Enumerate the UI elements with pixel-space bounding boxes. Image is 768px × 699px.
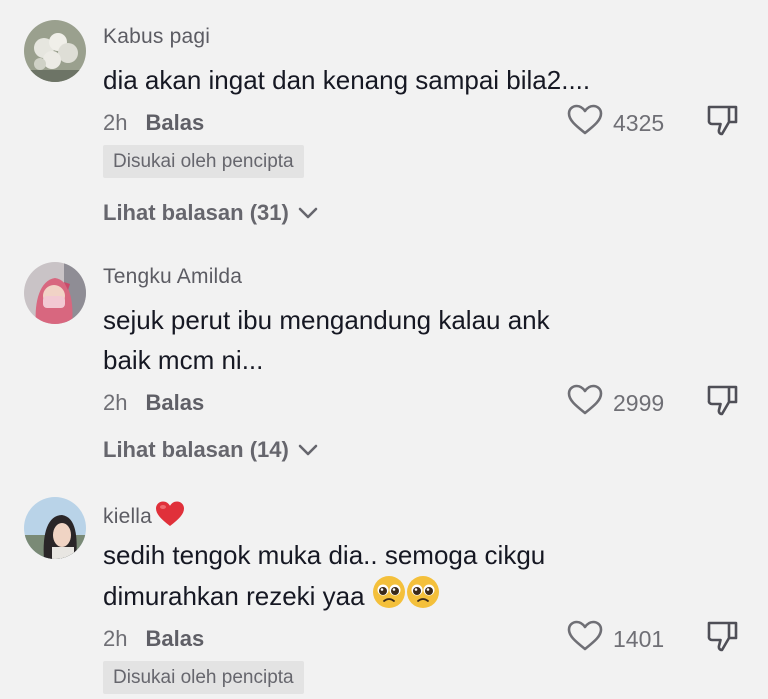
- pleading-face-emoji: [406, 575, 440, 620]
- avatar[interactable]: [24, 20, 86, 82]
- comment-text-line: sejuk perut ibu mengandung kalau ank: [103, 305, 550, 335]
- comment-username[interactable]: Tengku Amilda: [103, 265, 242, 289]
- avatar[interactable]: [24, 262, 86, 324]
- view-replies-button[interactable]: Lihat balasan (14): [103, 437, 319, 463]
- chevron-down-icon: [297, 200, 319, 226]
- reply-button[interactable]: Balas: [145, 626, 204, 651]
- comment-meta: 2h Balas: [103, 390, 204, 416]
- like-button[interactable]: 2999: [567, 384, 664, 422]
- comment-text: dia akan ingat dan kenang sampai bila2..…: [103, 65, 591, 95]
- comment-meta: 2h Balas: [103, 110, 204, 136]
- comment-text-segment: dimurahkan rezeki yaa: [103, 581, 365, 611]
- thumbs-down-icon[interactable]: [705, 619, 739, 653]
- avatar[interactable]: [24, 497, 86, 559]
- comment-username[interactable]: Kabus pagi: [103, 25, 210, 49]
- comment-username: kiella: [103, 500, 185, 534]
- red-heart-emoji: [155, 500, 185, 534]
- comment-time: 2h: [103, 626, 128, 651]
- like-count: 2999: [613, 389, 665, 416]
- like-count: 1401: [613, 625, 665, 652]
- reply-button[interactable]: Balas: [145, 390, 204, 415]
- thumbs-down-icon[interactable]: [705, 103, 739, 137]
- view-replies-label: Lihat balasan (14): [103, 437, 289, 462]
- view-replies-button[interactable]: Lihat balasan (31): [103, 200, 319, 226]
- heart-outline-icon: [567, 620, 603, 658]
- heart-outline-icon: [567, 104, 603, 142]
- like-button[interactable]: 4325: [567, 104, 664, 142]
- reply-button[interactable]: Balas: [145, 110, 204, 135]
- chevron-down-icon: [297, 437, 319, 463]
- comment-time: 2h: [103, 390, 128, 415]
- comment-text-line: dimurahkan rezeki yaa: [103, 575, 663, 620]
- comment-meta: 2h Balas: [103, 626, 204, 652]
- pleading-face-emoji: [372, 575, 406, 620]
- view-replies-label: Lihat balasan (31): [103, 200, 289, 225]
- thumbs-down-icon[interactable]: [705, 383, 739, 417]
- comment-text-line: baik mcm ni...: [103, 345, 264, 375]
- comment-text: sejuk perut ibu mengandung kalau ank bai…: [103, 300, 663, 380]
- creator-liked-badge: Disukai oleh pencipta: [103, 661, 304, 694]
- comment-username-text[interactable]: kiella: [103, 505, 152, 529]
- comment-text: sedih tengok muka dia.. semoga cikgu dim…: [103, 535, 663, 620]
- comment-time: 2h: [103, 110, 128, 135]
- comment-text-line: sedih tengok muka dia.. semoga cikgu: [103, 540, 546, 570]
- creator-liked-badge: Disukai oleh pencipta: [103, 145, 304, 178]
- heart-outline-icon: [567, 384, 603, 422]
- like-button[interactable]: 1401: [567, 620, 664, 658]
- like-count: 4325: [613, 109, 665, 136]
